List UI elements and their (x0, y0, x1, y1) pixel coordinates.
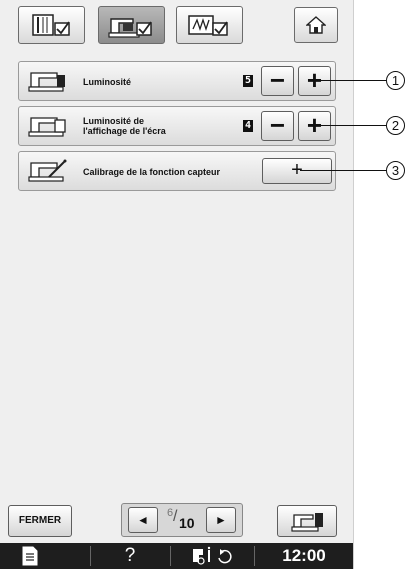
page-indicator: 6 / 10 (162, 506, 202, 534)
screen-brightness-label-line1: Luminosité de (83, 116, 145, 126)
callout-line-3 (300, 170, 386, 171)
home-button[interactable] (294, 7, 338, 43)
next-page-button[interactable]: ► (206, 507, 236, 533)
embroidery-settings-icon (188, 15, 228, 36)
machine-display-icon (28, 117, 66, 137)
brightness-label: Luminosité (83, 77, 132, 87)
setting-row-sensor-calibration: Calibrage de la fonction capteur + (18, 151, 336, 191)
status-separator (254, 546, 255, 566)
callout-1: 1 (386, 71, 405, 90)
utility-settings-icon (32, 14, 70, 36)
help-button[interactable]: ? (105, 543, 155, 569)
close-button[interactable]: FERMER (8, 505, 72, 537)
rotate-icon (218, 549, 232, 564)
sewing-settings-icon (108, 18, 152, 38)
brightness-value: 5 (243, 75, 253, 87)
screen-brightness-decrease-button[interactable]: − (261, 111, 294, 141)
tab-utility-settings[interactable] (18, 6, 85, 44)
tab-sewing-settings[interactable] (98, 6, 165, 44)
setting-row-screen-brightness: Luminosité de l'affichage de l'écra 4 − … (18, 106, 336, 146)
callout-3: 3 (386, 161, 405, 180)
screen-brightness-increase-button[interactable]: + (298, 111, 331, 141)
brightness-increase-button[interactable]: + (298, 66, 331, 96)
page-slash: / (173, 508, 178, 525)
status-separator (170, 546, 171, 566)
presser-foot-status (180, 543, 250, 569)
clock: 12:00 (282, 546, 326, 565)
brightness-decrease-button[interactable]: − (261, 66, 294, 96)
machine-view-button[interactable] (277, 505, 337, 537)
prev-page-button[interactable]: ◄ (128, 507, 158, 533)
sensor-calibration-label: Calibrage de la fonction capteur (83, 167, 221, 177)
machine-view-icon (291, 513, 323, 532)
page-total: 10 (179, 515, 195, 531)
callout-2: 2 (386, 116, 405, 135)
machine-light-icon (28, 72, 65, 92)
document-button[interactable] (0, 543, 60, 569)
page-navigator: ◄ 6 / 10 ► (121, 503, 243, 537)
tab-embroidery-settings[interactable] (176, 6, 243, 44)
callout-line-2 (320, 125, 386, 126)
callout-line-1 (320, 80, 386, 81)
machine-sensor-icon (28, 159, 67, 182)
settings-screen: Luminosité 5 − + Luminosité de l'afficha… (0, 0, 354, 569)
home-icon (306, 16, 326, 34)
presser-foot-icon (193, 546, 232, 565)
document-icon (22, 546, 38, 566)
screen-brightness-label-line2: l'affichage de l'écra (83, 126, 166, 136)
status-bar: ? 12:00 (0, 543, 353, 569)
setting-row-brightness: Luminosité 5 − + (18, 61, 336, 101)
sensor-calibration-button[interactable]: + (262, 158, 332, 184)
screen-brightness-value: 4 (243, 120, 253, 132)
status-separator (90, 546, 91, 566)
